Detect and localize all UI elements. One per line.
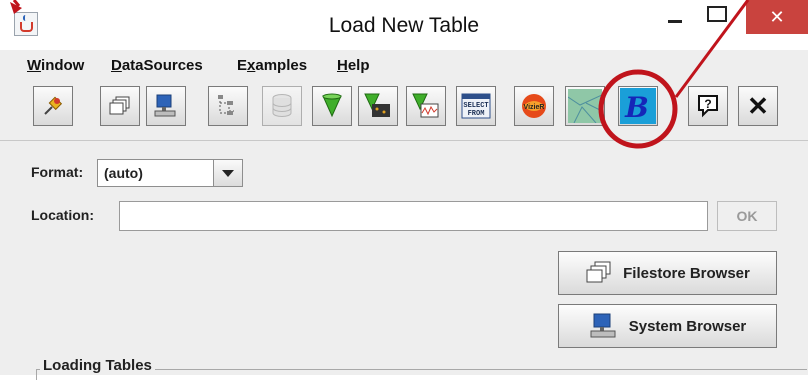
- ok-button[interactable]: OK: [717, 201, 777, 231]
- vizier-text: VizieR: [524, 104, 545, 111]
- b-text: B: [624, 91, 649, 124]
- cone-search-button[interactable]: [312, 86, 352, 126]
- menu-examples[interactable]: Examples: [237, 57, 307, 74]
- filestore-icon: [586, 261, 611, 283]
- system-browser-label: System Browser: [628, 317, 747, 335]
- filestore-browser-label: Filestore Browser: [623, 264, 750, 282]
- menu-datasources[interactable]: DataSources: [111, 57, 203, 74]
- system-browser-icon: [154, 94, 176, 117]
- close-dialog-button[interactable]: ✕: [738, 86, 778, 126]
- sky-map-icon: [568, 89, 602, 123]
- maximize-button[interactable]: [707, 6, 727, 22]
- close-icon: ✕: [747, 90, 769, 121]
- chevron-down-icon[interactable]: [213, 160, 242, 186]
- system-browser-icon: [590, 313, 616, 338]
- hierarchy-browser-button[interactable]: [208, 86, 248, 126]
- cone-search-image-icon: [364, 93, 390, 117]
- minimize-button[interactable]: [668, 20, 682, 23]
- menu-window[interactable]: Window: [27, 57, 84, 74]
- b-icon: B: [620, 88, 656, 124]
- b-button[interactable]: B: [618, 86, 658, 126]
- tap-query-icon: SELECT FROM: [457, 87, 495, 125]
- from-text: FROM: [468, 110, 485, 118]
- ssa-search-button[interactable]: [406, 86, 446, 126]
- help-glyph: ?: [704, 97, 711, 111]
- location-input[interactable]: [119, 201, 708, 231]
- format-value: (auto): [104, 165, 143, 181]
- select-text: SELECT: [463, 102, 488, 110]
- format-label: Format:: [31, 164, 84, 180]
- format-select[interactable]: (auto): [97, 159, 243, 187]
- toolbar: SELECT FROM VizieR B ? ✕: [0, 78, 808, 140]
- title-bar: Load New Table ✕: [0, 0, 808, 50]
- system-browser-big-button[interactable]: System Browser: [558, 304, 777, 348]
- vizier-icon: VizieR: [522, 94, 546, 118]
- location-label: Location:: [31, 207, 94, 223]
- help-icon: ?: [698, 95, 718, 118]
- window-close-button[interactable]: ✕: [746, 0, 808, 34]
- pushpin-button[interactable]: [33, 86, 73, 126]
- tap-query-button[interactable]: SELECT FROM: [456, 86, 496, 126]
- cone-search-spectrum-icon: [412, 93, 439, 118]
- filestore-browser-big-button[interactable]: Filestore Browser: [558, 251, 777, 295]
- vizier-button[interactable]: VizieR: [514, 86, 554, 126]
- menu-bar: Window DataSources Examples Help: [0, 50, 808, 78]
- sky-map-button[interactable]: [565, 86, 605, 126]
- help-button[interactable]: ?: [688, 86, 728, 126]
- filestore-icon: [109, 96, 130, 115]
- jdbc-button[interactable]: [262, 86, 302, 126]
- sia-search-button[interactable]: [358, 86, 398, 126]
- tree-icon: [218, 95, 234, 115]
- system-browser-button[interactable]: [146, 86, 186, 126]
- window-title: Load New Table: [328, 14, 480, 37]
- loading-tables-title: Loading Tables: [40, 357, 155, 374]
- content-panel: Format: (auto) Location: OK Filestore Br…: [0, 140, 808, 380]
- pushpin-icon: [44, 96, 63, 115]
- filestore-browser-button[interactable]: [100, 86, 140, 126]
- database-icon: [272, 94, 292, 117]
- cone-search-icon: [322, 93, 342, 118]
- menu-help[interactable]: Help: [337, 57, 370, 74]
